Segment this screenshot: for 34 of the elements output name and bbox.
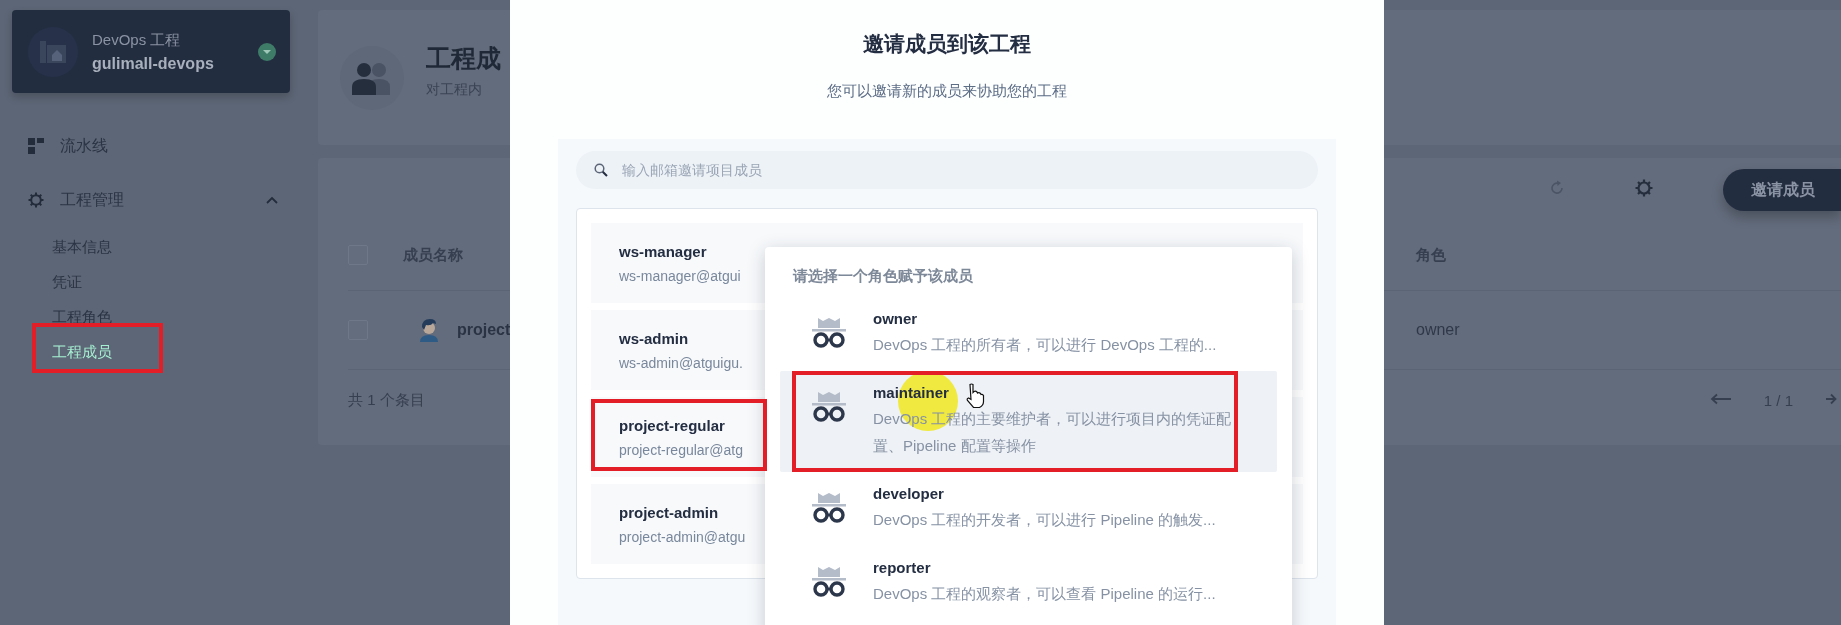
member-name: ws-manager [619,242,707,260]
role-name: owner [873,310,918,327]
role-name: developer [873,485,944,502]
project-name: gulimall-devops [92,54,215,73]
member-name: ws-admin [619,329,689,347]
menu-title: 请选择一个角色赋予该成员 [791,267,974,286]
page-title: 工程成 [426,43,501,74]
search-icon [594,163,608,177]
member-name: project-admin [619,503,719,521]
role-option[interactable]: developer DevOps 工程的开发者，可以进行 Pipeline 的触发... [780,472,1277,546]
house-icon [28,26,78,77]
member-email: project-regular@atg [619,441,743,458]
member-email: ws-manager@atgui [619,267,741,284]
grid-icon [28,138,44,154]
member-name[interactable]: project [457,321,511,339]
chevron-up-icon[interactable] [266,195,278,205]
member-email: project-admin@atgu [619,528,746,545]
search-field[interactable]: 输入邮箱邀请项目成员 [576,151,1318,189]
role-description: DevOps 工程的所有者，可以进行 DevOps 工程的... [873,335,1218,355]
hand-cursor-icon [964,383,986,409]
dialog-subtitle: 您可以邀请新的成员来协助您的工程 [827,82,1067,101]
role-option[interactable]: reporter DevOps 工程的观察者，可以查看 Pipeline 的运行... [780,546,1277,620]
role-option[interactable]: owner DevOps 工程的所有者，可以进行 DevOps 工程的... [780,297,1277,371]
nav-subitem[interactable]: 工程成员 [52,343,112,360]
invite-button[interactable]: 邀请成员 [1723,169,1841,211]
project-type: DevOps 工程 [92,30,182,50]
role-name: reporter [873,559,931,576]
role-description: DevOps 工程的开发者，可以进行 Pipeline 的触发... [873,510,1217,530]
settings-icon [28,192,44,208]
member-email: ws-admin@atguigu. [619,354,743,371]
caret-down-icon[interactable] [258,42,276,61]
role-description: DevOps 工程的观察者，可以查看 Pipeline 的运行... [873,584,1217,604]
member-name: project-regular [619,416,725,434]
dialog-title: 邀请成员到该工程 [863,31,1031,57]
